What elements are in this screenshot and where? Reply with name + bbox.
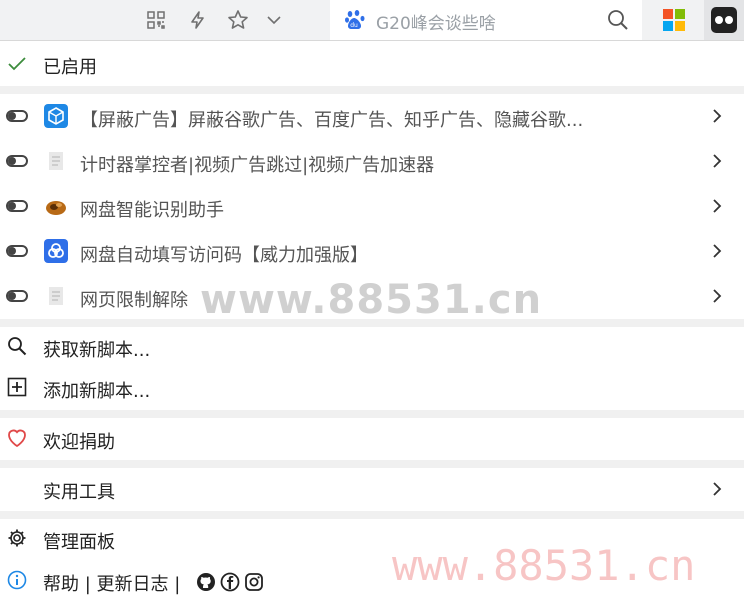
toggle-switch[interactable]: [6, 245, 28, 257]
gear-icon: [6, 527, 28, 549]
add-new-script-label: 添加新脚本...: [43, 381, 151, 402]
github-icon[interactable]: [196, 572, 216, 592]
chevron-right-icon[interactable]: [710, 481, 724, 496]
script-name: 计时器掌控者|视频广告跳过|视频广告加速器: [80, 155, 435, 176]
chevron-right-icon[interactable]: [710, 108, 724, 123]
svg-text:du: du: [350, 22, 358, 29]
qr-code-icon[interactable]: [142, 6, 170, 34]
toggle-switch[interactable]: [6, 290, 28, 302]
toggle-switch[interactable]: [6, 155, 28, 167]
get-new-script-label: 获取新脚本...: [43, 340, 151, 361]
acorn-icon: [44, 194, 68, 218]
chevron-right-icon[interactable]: [710, 288, 724, 303]
magnifier-icon[interactable]: [606, 8, 630, 32]
cube-blue-icon: [44, 104, 68, 128]
script-row[interactable]: 【屏蔽广告】屏蔽谷歌广告、百度广告、知乎广告、隐藏谷歌...: [0, 94, 744, 139]
baidu-paw-icon: du: [344, 9, 366, 31]
script-row[interactable]: 网盘自动填写访问码【威力加强版】: [0, 229, 744, 274]
separator: [0, 86, 744, 94]
separator: [0, 511, 744, 519]
script-name: 【屏蔽广告】屏蔽谷歌广告、百度广告、知乎广告、隐藏谷歌...: [80, 110, 584, 131]
enabled-header: 已启用: [0, 44, 744, 84]
utilities-item[interactable]: 实用工具: [0, 468, 744, 510]
search-icon: [6, 335, 28, 357]
facebook-icon[interactable]: [220, 572, 240, 592]
microsoft-logo-icon[interactable]: [662, 8, 686, 32]
star-icon[interactable]: [224, 6, 252, 34]
chevron-right-icon[interactable]: [710, 198, 724, 213]
heart-icon: [6, 427, 28, 449]
toggle-switch[interactable]: [6, 110, 28, 122]
script-name: 网页限制解除: [80, 290, 188, 311]
donate-item[interactable]: 欢迎捐助: [0, 418, 744, 460]
enabled-label: 已启用: [43, 57, 97, 78]
add-new-script-item[interactable]: 添加新脚本...: [0, 368, 744, 408]
utilities-label: 实用工具: [43, 482, 115, 503]
script-name: 网盘自动填写访问码【威力加强版】: [80, 245, 368, 266]
script-name: 网盘智能识别助手: [80, 200, 224, 221]
tampermonkey-extension-button[interactable]: [704, 0, 744, 40]
info-icon: [6, 569, 28, 591]
plus-box-icon: [6, 376, 28, 398]
separator: [0, 410, 744, 418]
tampermonkey-icon: [711, 7, 737, 33]
search-box[interactable]: du G20峰会谈些啥: [330, 0, 642, 40]
search-query-text[interactable]: G20峰会谈些啥: [376, 9, 496, 34]
script-row[interactable]: 计时器掌控者|视频广告跳过|视频广告加速器: [0, 139, 744, 184]
chevron-right-icon[interactable]: [710, 153, 724, 168]
help-changelog-label[interactable]: 帮助 | 更新日志 |: [43, 570, 180, 596]
lightning-icon[interactable]: [184, 6, 212, 34]
watermark-text: www.88531.cn: [392, 541, 696, 590]
watermark-text: www.88531.cn: [200, 277, 543, 323]
script-row[interactable]: 网盘智能识别助手: [0, 184, 744, 229]
instagram-icon[interactable]: [244, 572, 264, 592]
donate-label: 欢迎捐助: [43, 432, 115, 453]
check-icon: [6, 53, 28, 75]
chevron-down-icon[interactable]: [260, 6, 288, 34]
toggle-switch[interactable]: [6, 200, 28, 212]
document-icon: [44, 149, 68, 173]
baidu-cloud-icon: [44, 239, 68, 263]
document-icon: [44, 284, 68, 308]
dashboard-label: 管理面板: [43, 532, 115, 553]
get-new-script-item[interactable]: 获取新脚本...: [0, 327, 744, 367]
browser-toolbar: du G20峰会谈些啥: [0, 0, 744, 41]
chevron-right-icon[interactable]: [710, 243, 724, 258]
separator: [0, 460, 744, 468]
